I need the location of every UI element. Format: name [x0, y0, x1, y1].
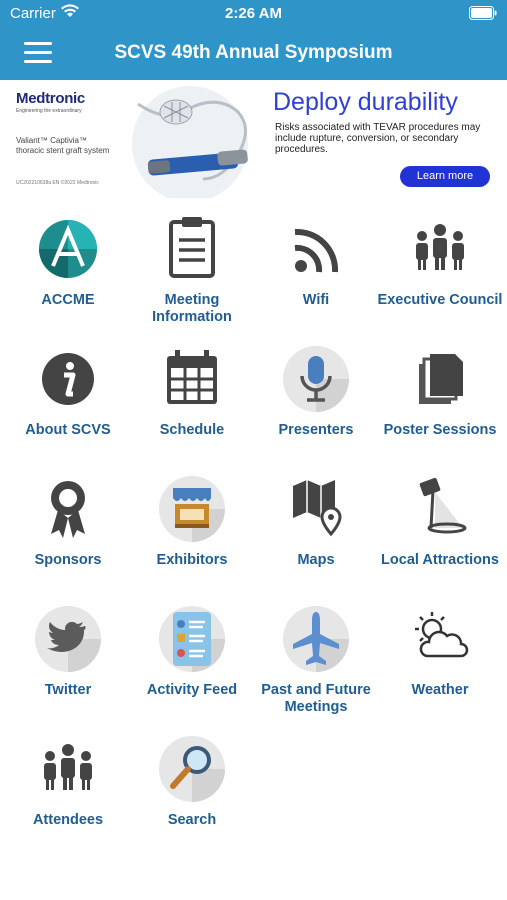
tile-schedule[interactable]: Schedule	[129, 344, 255, 472]
tile-label: Attendees	[32, 812, 104, 828]
ad-product-line1: Valiant™ Captivia™	[16, 136, 87, 145]
navigation-bar: SCVS 49th Annual Symposium	[0, 28, 507, 80]
tile-label: Exhibitors	[156, 552, 228, 568]
stent-graft-image	[128, 84, 258, 202]
accme-logo-icon	[33, 214, 103, 284]
tile-about-scvs[interactable]: About SCVS	[5, 344, 131, 472]
wifi-icon	[281, 214, 351, 284]
twitter-bird-icon	[33, 604, 103, 674]
calendar-icon	[157, 344, 227, 414]
tile-label: Sponsors	[34, 552, 102, 568]
booth-icon	[157, 474, 227, 544]
attendees-icon	[33, 734, 103, 804]
map-pin-icon	[281, 474, 351, 544]
tile-executive-council[interactable]: Executive Council	[377, 214, 503, 342]
tile-exhibitors[interactable]: Exhibitors	[129, 474, 255, 602]
tile-attendees[interactable]: Attendees	[5, 734, 131, 862]
tile-label: Activity Feed	[146, 682, 238, 698]
learn-more-button[interactable]: Learn more	[400, 166, 490, 187]
airplane-icon	[281, 604, 351, 674]
tile-label: Schedule	[159, 422, 225, 438]
sun-cloud-icon	[405, 604, 475, 674]
ad-tagline: Engineering the extraordinary	[16, 108, 82, 114]
tile-wifi[interactable]: Wifi	[253, 214, 379, 342]
tile-activity-feed[interactable]: Activity Feed	[129, 604, 255, 732]
tile-poster-sessions[interactable]: Poster Sessions	[377, 344, 503, 472]
tile-sponsors[interactable]: Sponsors	[5, 474, 131, 602]
sponsor-ad-banner[interactable]: Medtronic Engineering the extraordinary …	[0, 80, 507, 202]
page-title: SCVS 49th Annual Symposium	[114, 42, 393, 63]
tile-label: Weather	[411, 682, 469, 698]
tile-weather[interactable]: Weather	[377, 604, 503, 732]
tile-label: Search	[167, 812, 217, 828]
award-ribbon-icon	[33, 474, 103, 544]
tile-label: Past and Future Meetings	[261, 682, 371, 715]
status-bar: Carrier 2:26 AM	[0, 0, 507, 28]
tile-label: ACCME	[41, 292, 95, 308]
tile-label: Executive Council	[377, 292, 503, 308]
ad-brand: Medtronic	[16, 90, 85, 107]
tile-presenters[interactable]: Presenters	[253, 344, 379, 472]
tile-label: About SCVS	[25, 422, 111, 438]
documents-icon	[405, 344, 475, 414]
tile-label: Local Attractions	[381, 552, 499, 568]
people-group-icon	[405, 214, 475, 284]
clipboard-icon	[157, 214, 227, 284]
ad-body: Risks associated with TEVAR procedures m…	[275, 122, 481, 155]
microphone-icon	[281, 344, 351, 414]
tile-label: Maps	[297, 552, 335, 568]
tile-search[interactable]: Search	[129, 734, 255, 862]
ad-legal-code: UC202210638a EN ©2022 Medtronic	[16, 180, 99, 186]
battery-icon	[469, 6, 497, 25]
tile-label: Poster Sessions	[383, 422, 497, 438]
magnifier-icon	[157, 734, 227, 804]
tile-maps[interactable]: Maps	[253, 474, 379, 602]
tile-twitter[interactable]: Twitter	[5, 604, 131, 732]
ad-headline: Deploy durability	[273, 88, 458, 116]
tile-local-attractions[interactable]: Local Attractions	[377, 474, 503, 602]
ad-product-line2: thoracic stent graft system	[16, 146, 110, 155]
clock-time: 2:26 AM	[225, 5, 282, 22]
tile-past-and-future-meetings[interactable]: Past and Future Meetings	[253, 604, 379, 732]
tile-label: Wifi	[302, 292, 330, 308]
tile-label: Meeting Information	[152, 292, 232, 325]
tile-label: Presenters	[278, 422, 354, 438]
tile-accme[interactable]: ACCME	[5, 214, 131, 342]
tile-label: Twitter	[44, 682, 92, 698]
tile-meeting-information[interactable]: Meeting Information	[129, 214, 255, 342]
spotlight-icon	[405, 474, 475, 544]
activity-feed-icon	[157, 604, 227, 674]
info-icon	[33, 344, 103, 414]
